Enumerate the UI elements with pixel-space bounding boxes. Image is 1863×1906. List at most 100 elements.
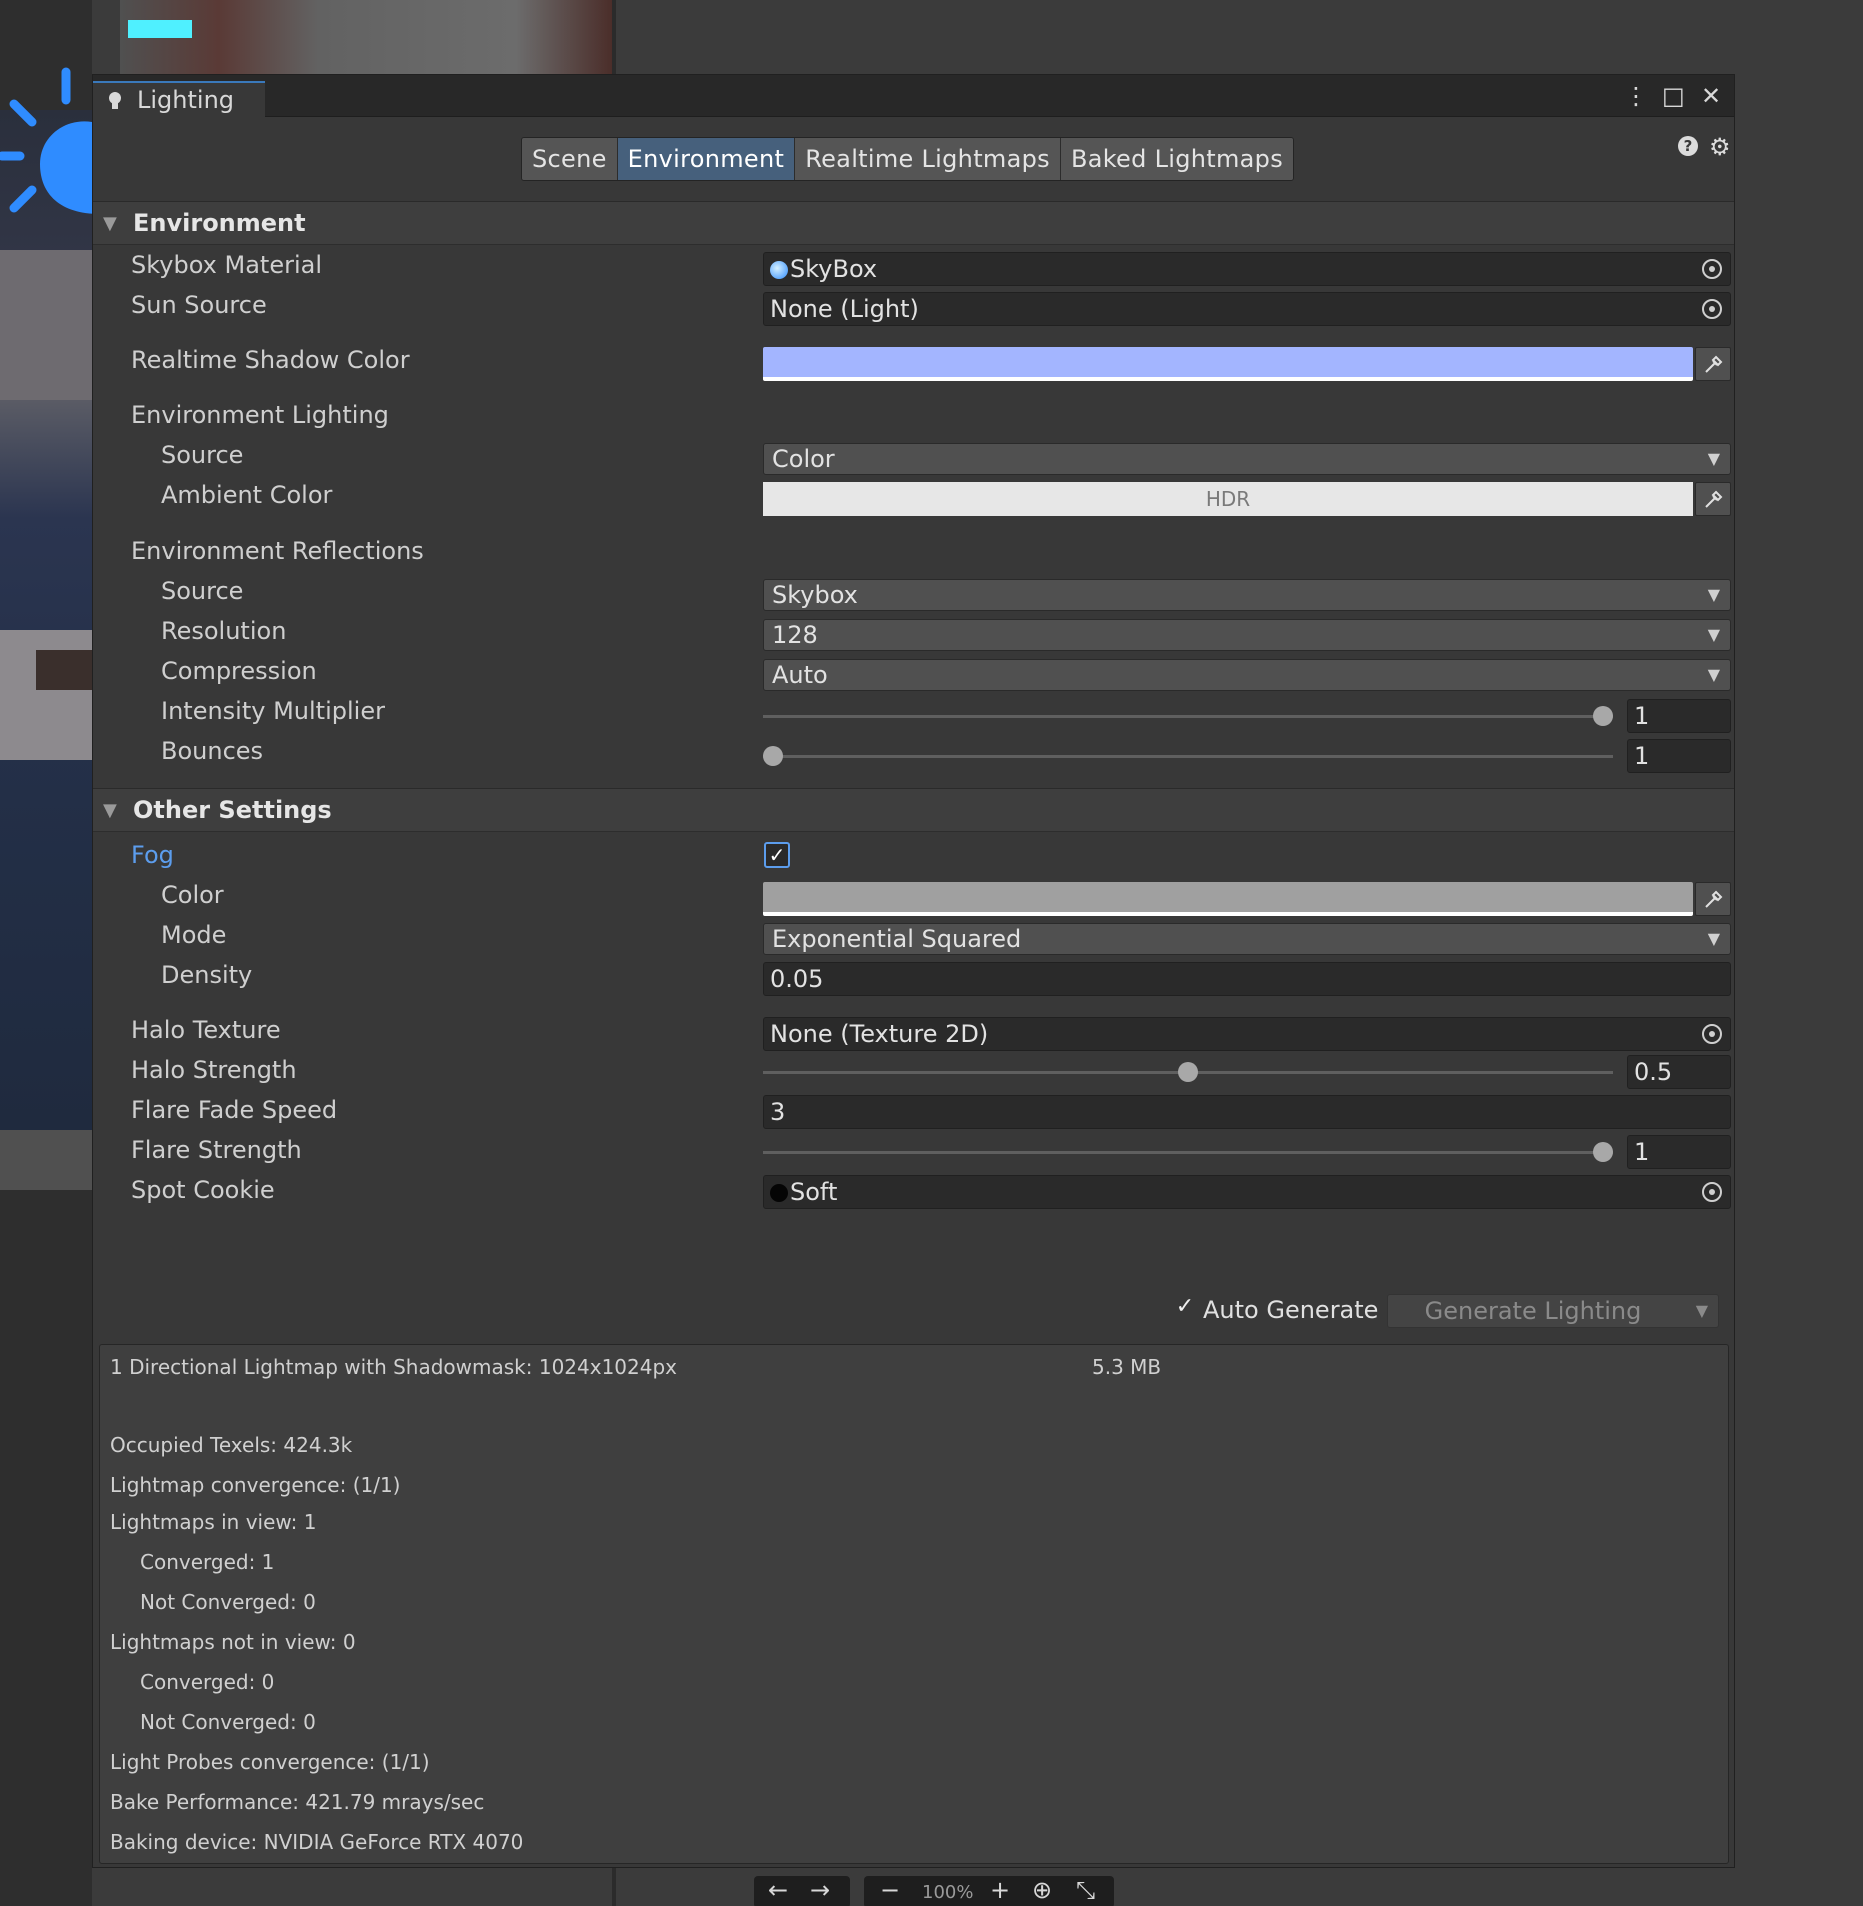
skybox-material-label: Skybox Material xyxy=(131,251,322,279)
tab-lighting-label: Lighting xyxy=(137,86,235,114)
intensity-multiplier-slider-track[interactable] xyxy=(763,715,1613,718)
eyedropper-button[interactable] xyxy=(1695,482,1731,516)
not-in-view-not-converged: Not Converged: 0 xyxy=(140,1710,316,1734)
halo-texture-label: Halo Texture xyxy=(131,1016,281,1044)
window-titlebar: Lighting ⋮ □ ✕ xyxy=(93,75,1734,117)
spot-cookie-field[interactable]: Soft xyxy=(763,1175,1731,1209)
fog-color-label: Color xyxy=(161,881,224,909)
zoom-out-icon[interactable]: − xyxy=(880,1876,900,1904)
fog-label: Fog xyxy=(131,841,174,869)
halo-strength-label: Halo Strength xyxy=(131,1056,297,1084)
fit-view-icon[interactable]: ⤡ xyxy=(1076,1876,1095,1904)
object-picker-icon[interactable] xyxy=(1700,257,1724,281)
scene-history-controls: ← → xyxy=(754,1876,850,1906)
intensity-multiplier-input[interactable]: 1 xyxy=(1627,699,1731,733)
dropdown-value: Exponential Squared xyxy=(772,925,1022,953)
scene-geometry-block xyxy=(0,250,92,400)
lightmap-convergence: Lightmap convergence: (1/1) xyxy=(110,1473,401,1497)
flare-fade-speed-input[interactable]: 3 xyxy=(763,1095,1731,1129)
baking-device: Baking device: NVIDIA GeForce RTX 4070 xyxy=(110,1830,524,1854)
bounces-slider-track[interactable] xyxy=(763,755,1613,758)
back-arrow-icon[interactable]: ← xyxy=(768,1876,788,1904)
bounces-slider-handle[interactable] xyxy=(763,746,783,766)
directional-light-gizmo-icon[interactable] xyxy=(0,64,100,234)
tab-scene[interactable]: Scene xyxy=(522,138,618,180)
flare-strength-slider-track[interactable] xyxy=(763,1151,1613,1154)
app-root: Lighting ⋮ □ ✕ Scene Environment Realtim… xyxy=(0,0,1863,1906)
tab-realtime-lightmaps[interactable]: Realtime Lightmaps xyxy=(795,138,1061,180)
fog-color-swatch[interactable] xyxy=(763,882,1693,916)
not-in-view-converged: Converged: 0 xyxy=(140,1670,275,1694)
in-view-not-converged: Not Converged: 0 xyxy=(140,1590,316,1614)
realtime-shadow-color-label: Realtime Shadow Color xyxy=(131,346,410,374)
lightmaps-in-view: Lightmaps in view: 1 xyxy=(110,1510,317,1534)
object-picker-icon[interactable] xyxy=(1700,1022,1724,1046)
tab-lighting[interactable]: Lighting xyxy=(93,81,265,117)
resolution-dropdown[interactable]: 128 ▼ xyxy=(763,619,1731,651)
object-picker-icon[interactable] xyxy=(1700,1180,1724,1204)
lightmaps-not-in-view: Lightmaps not in view: 0 xyxy=(110,1630,356,1654)
eyedropper-button[interactable] xyxy=(1695,882,1731,916)
dropdown-value: Skybox xyxy=(772,581,858,609)
realtime-shadow-color-swatch[interactable] xyxy=(763,347,1693,381)
scene-view-top xyxy=(120,0,615,74)
tab-baked-lightmaps[interactable]: Baked Lightmaps xyxy=(1060,138,1293,180)
reset-view-icon[interactable]: ⊕ xyxy=(1032,1876,1052,1904)
flare-strength-input[interactable]: 1 xyxy=(1627,1135,1731,1169)
section-environment-header[interactable]: ▼ Environment xyxy=(93,201,1734,245)
intensity-multiplier-slider-handle[interactable] xyxy=(1593,706,1613,726)
generate-lighting-button[interactable]: Generate Lighting ▼ xyxy=(1387,1294,1719,1328)
foldout-triangle-icon: ▼ xyxy=(103,213,117,234)
halo-strength-slider-handle[interactable] xyxy=(1178,1062,1198,1082)
tab-environment[interactable]: Environment xyxy=(617,138,796,180)
bake-stats-panel: 1 Directional Lightmap with Shadowmask: … xyxy=(99,1344,1729,1864)
section-title: Environment xyxy=(133,209,306,237)
eyedropper-button[interactable] xyxy=(1695,347,1731,381)
halo-texture-field[interactable]: None (Texture 2D) xyxy=(763,1017,1731,1051)
gear-icon[interactable]: ⚙ xyxy=(1709,133,1731,161)
reflections-source-dropdown[interactable]: Skybox ▼ xyxy=(763,579,1731,611)
lighting-window: Lighting ⋮ □ ✕ Scene Environment Realtim… xyxy=(92,74,1735,1868)
halo-strength-input[interactable]: 0.5 xyxy=(1627,1055,1731,1089)
chevron-down-icon[interactable]: ▼ xyxy=(1696,1295,1708,1327)
environment-reflections-label: Environment Reflections xyxy=(131,537,424,565)
help-icon[interactable]: ? xyxy=(1677,135,1699,157)
auto-generate-checkbox[interactable]: ✓ xyxy=(1173,1295,1197,1319)
env-lighting-source-dropdown[interactable]: Color ▼ xyxy=(763,443,1731,475)
halo-texture-value: None (Texture 2D) xyxy=(770,1020,989,1048)
fog-mode-dropdown[interactable]: Exponential Squared ▼ xyxy=(763,923,1731,955)
in-view-converged: Converged: 1 xyxy=(140,1550,275,1574)
bounces-input[interactable]: 1 xyxy=(1627,739,1731,773)
forward-arrow-icon[interactable]: → xyxy=(810,1876,830,1904)
eyedropper-icon xyxy=(1705,355,1723,373)
flare-fade-speed-label: Flare Fade Speed xyxy=(131,1096,338,1124)
zoom-in-icon[interactable]: + xyxy=(990,1876,1010,1904)
sun-source-value: None (Light) xyxy=(770,295,919,323)
lightbulb-icon xyxy=(109,92,121,109)
zoom-level: 100% xyxy=(922,1882,974,1903)
more-options-icon[interactable]: ⋮ xyxy=(1624,82,1648,110)
section-title: Other Settings xyxy=(133,796,332,824)
fog-checkbox[interactable]: ✓ xyxy=(764,842,790,868)
fog-density-input[interactable]: 0.05 xyxy=(763,962,1731,996)
sun-source-field[interactable]: None (Light) xyxy=(763,292,1731,326)
dropdown-value: 128 xyxy=(772,621,818,649)
close-icon[interactable]: ✕ xyxy=(1700,82,1722,110)
ambient-color-hdr-swatch[interactable]: HDR xyxy=(763,482,1693,516)
scene-highlight xyxy=(128,20,192,38)
chevron-down-icon: ▼ xyxy=(1707,929,1720,948)
section-other-settings-header[interactable]: ▼ Other Settings xyxy=(93,788,1734,832)
object-picker-icon[interactable] xyxy=(1700,297,1724,321)
maximize-icon[interactable]: □ xyxy=(1662,82,1685,110)
scene-zoom-controls: − 100% + ⊕ ⤡ xyxy=(864,1876,1114,1906)
chevron-down-icon: ▼ xyxy=(1707,625,1720,644)
flare-strength-slider-handle[interactable] xyxy=(1593,1142,1613,1162)
chevron-down-icon: ▼ xyxy=(1707,665,1720,684)
foldout-triangle-icon: ▼ xyxy=(103,800,117,821)
scene-divider xyxy=(612,1868,616,1906)
compression-label: Compression xyxy=(161,657,317,685)
compression-dropdown[interactable]: Auto ▼ xyxy=(763,659,1731,691)
svg-text:?: ? xyxy=(1684,137,1693,155)
bake-performance: Bake Performance: 421.79 mrays/sec xyxy=(110,1790,485,1814)
skybox-material-field[interactable]: SkyBox xyxy=(763,252,1731,286)
